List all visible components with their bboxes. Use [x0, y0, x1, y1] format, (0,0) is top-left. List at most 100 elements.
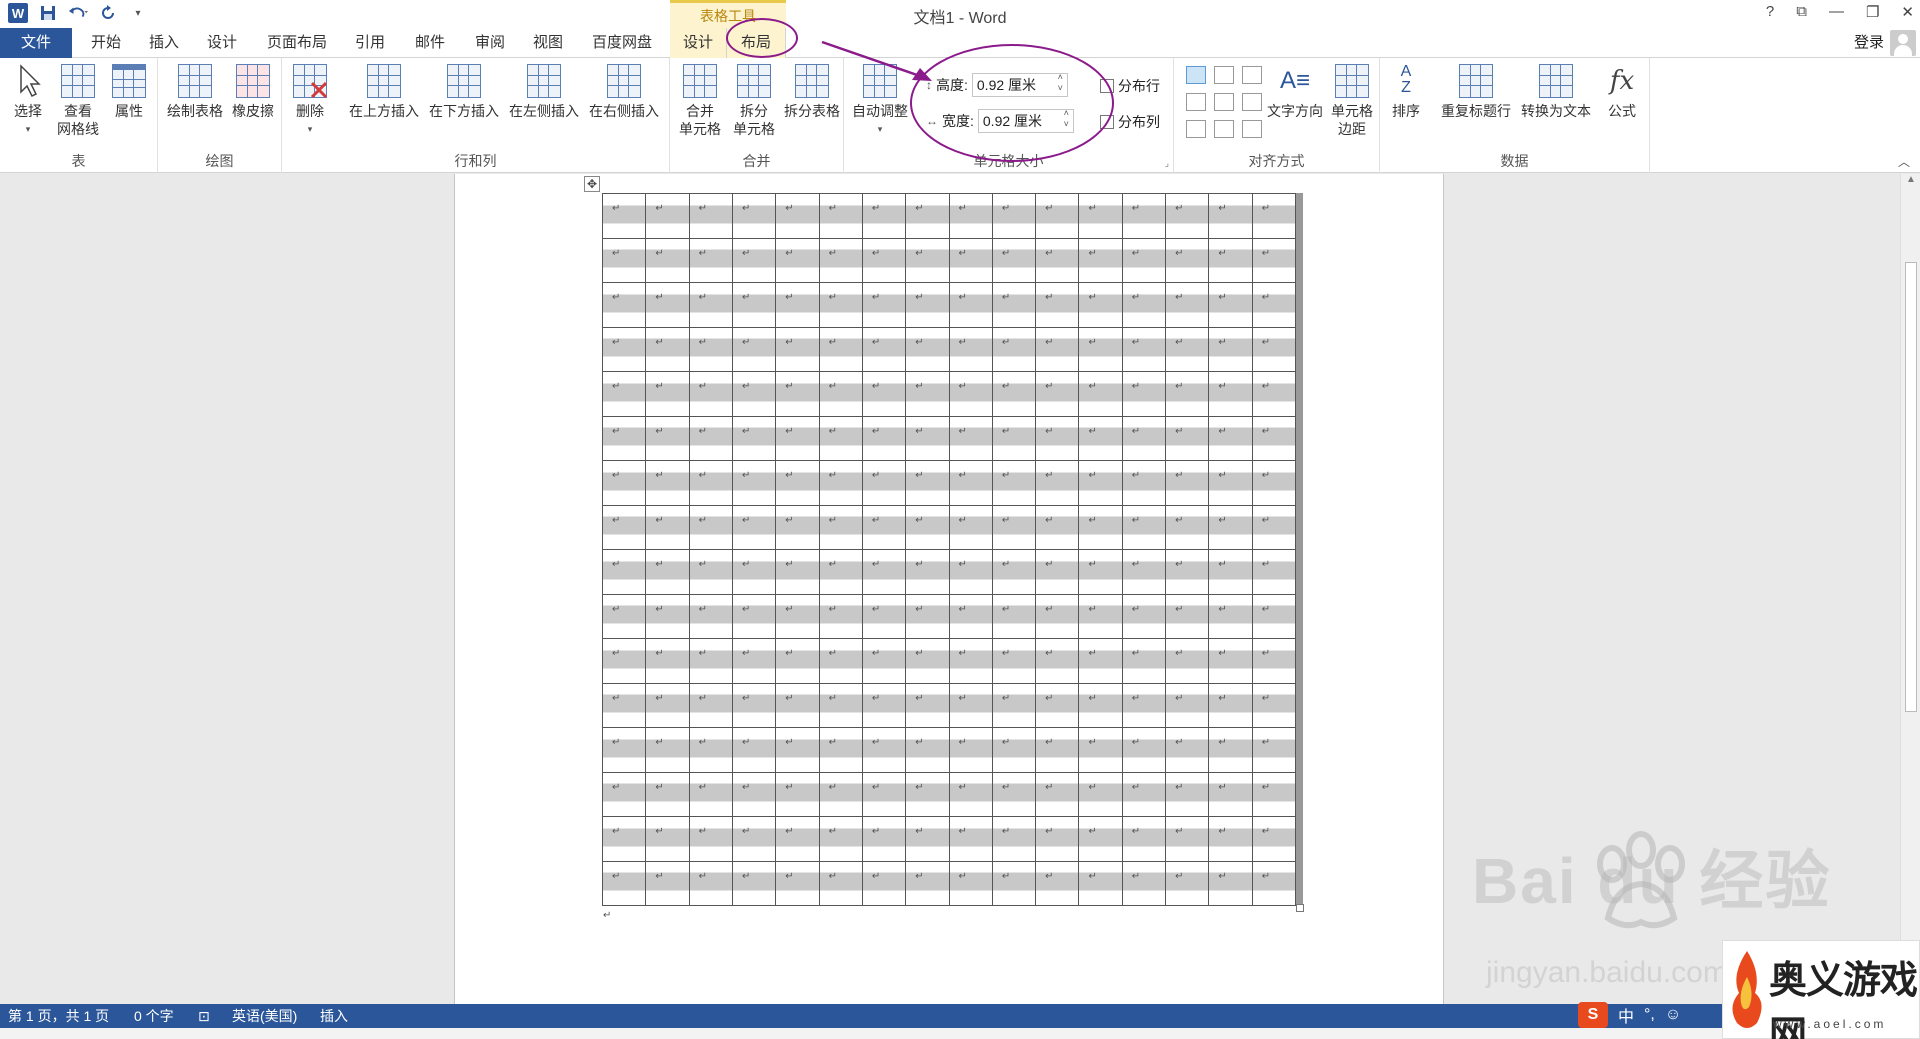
- table-cell[interactable]: [1035, 504, 1080, 550]
- table-cell[interactable]: [1121, 237, 1167, 283]
- table-cell[interactable]: [731, 593, 777, 639]
- table-cell[interactable]: [1208, 549, 1253, 595]
- table-cell[interactable]: [948, 415, 993, 461]
- table-cell[interactable]: [645, 860, 690, 906]
- table-cell[interactable]: [688, 504, 733, 550]
- table-cell[interactable]: [1165, 593, 1210, 639]
- table-cell[interactable]: [991, 860, 1037, 906]
- table-cell[interactable]: [991, 682, 1037, 728]
- table-cell[interactable]: [645, 549, 690, 595]
- table-cell[interactable]: [1165, 193, 1210, 239]
- table-cell[interactable]: [1078, 193, 1123, 239]
- table-cell[interactable]: [905, 460, 950, 506]
- avatar[interactable]: [1890, 30, 1916, 56]
- table-cell[interactable]: [948, 638, 993, 684]
- table-cell[interactable]: [1208, 816, 1253, 862]
- table-cell[interactable]: [948, 237, 993, 283]
- insert-left-button[interactable]: 在左侧插入: [506, 64, 582, 120]
- table-cell[interactable]: [861, 860, 907, 906]
- table-cell[interactable]: [1035, 549, 1080, 595]
- table-cell[interactable]: [1251, 504, 1297, 550]
- align-top-left-icon[interactable]: [1186, 66, 1206, 84]
- align-top-right-icon[interactable]: [1242, 66, 1262, 84]
- table-cell[interactable]: [1078, 816, 1123, 862]
- table-cell[interactable]: [991, 771, 1037, 817]
- table-cell[interactable]: [1078, 860, 1123, 906]
- table-cell[interactable]: [1208, 727, 1253, 773]
- table-cell[interactable]: [1251, 860, 1297, 906]
- table-cell[interactable]: [1165, 371, 1210, 417]
- table-cell[interactable]: [905, 193, 950, 239]
- table-cell[interactable]: [645, 593, 690, 639]
- table-cell[interactable]: [731, 816, 777, 862]
- table-cell[interactable]: [1251, 415, 1297, 461]
- table-cell[interactable]: [948, 326, 993, 372]
- table-cell[interactable]: [948, 816, 993, 862]
- table-cell[interactable]: [905, 282, 950, 328]
- table-cell[interactable]: [948, 193, 993, 239]
- table-cell[interactable]: [1121, 415, 1167, 461]
- table-cell[interactable]: [1121, 371, 1167, 417]
- table-cell[interactable]: [818, 282, 863, 328]
- table-cell[interactable]: [991, 237, 1037, 283]
- proofing-icon[interactable]: ⊡: [198, 1004, 210, 1028]
- table-cell[interactable]: [1035, 860, 1080, 906]
- table-cell[interactable]: [1208, 193, 1253, 239]
- table-cell[interactable]: [1035, 682, 1080, 728]
- table-cell[interactable]: [1165, 460, 1210, 506]
- tab-insert[interactable]: 插入: [140, 28, 188, 58]
- align-bottom-right-icon[interactable]: [1242, 120, 1262, 138]
- table-cell[interactable]: [775, 549, 820, 595]
- table-cell[interactable]: [905, 237, 950, 283]
- view-gridlines-button[interactable]: 查看 网格线: [54, 64, 102, 138]
- table-cell[interactable]: [861, 771, 907, 817]
- table-cell[interactable]: [1078, 282, 1123, 328]
- table-cell[interactable]: [818, 638, 863, 684]
- table-cell[interactable]: [861, 638, 907, 684]
- table-cell[interactable]: [688, 237, 733, 283]
- table-cell[interactable]: [731, 549, 777, 595]
- table-cell[interactable]: [1078, 371, 1123, 417]
- tab-file[interactable]: 文件: [0, 28, 72, 58]
- table-cell[interactable]: [861, 282, 907, 328]
- table-cell[interactable]: [861, 682, 907, 728]
- table-cell[interactable]: [991, 638, 1037, 684]
- table-cell[interactable]: [861, 593, 907, 639]
- table-cell[interactable]: [991, 593, 1037, 639]
- table-cell[interactable]: [948, 771, 993, 817]
- tab-view[interactable]: 视图: [524, 28, 572, 58]
- table-cell[interactable]: [948, 549, 993, 595]
- table-cell[interactable]: [818, 326, 863, 372]
- table-cell[interactable]: [731, 282, 777, 328]
- table-cell[interactable]: [731, 860, 777, 906]
- table-cell[interactable]: [601, 282, 647, 328]
- table-cell[interactable]: [688, 727, 733, 773]
- table-cell[interactable]: [1035, 326, 1080, 372]
- table-cell[interactable]: [1078, 415, 1123, 461]
- table-cell[interactable]: [948, 504, 993, 550]
- table-cell[interactable]: [1208, 860, 1253, 906]
- table-cell[interactable]: [1121, 326, 1167, 372]
- tab-design[interactable]: 设计: [198, 28, 246, 58]
- table-cell[interactable]: [1078, 771, 1123, 817]
- dialog-launcher-icon[interactable]: ⌟: [1165, 158, 1169, 169]
- table-cell[interactable]: [601, 727, 647, 773]
- table-cell[interactable]: [1121, 682, 1167, 728]
- table-cell[interactable]: [601, 193, 647, 239]
- table-cell[interactable]: [1251, 638, 1297, 684]
- split-cells-button[interactable]: 拆分 单元格: [728, 64, 780, 138]
- table-cell[interactable]: [1251, 237, 1297, 283]
- tab-review[interactable]: 审阅: [466, 28, 514, 58]
- table-cell[interactable]: [1165, 682, 1210, 728]
- table-cell[interactable]: [818, 237, 863, 283]
- table-cell[interactable]: [948, 593, 993, 639]
- table-cell[interactable]: [1078, 727, 1123, 773]
- table-cell[interactable]: [731, 326, 777, 372]
- table-cell[interactable]: [1208, 460, 1253, 506]
- repeat-header-button[interactable]: 重复标题行: [1436, 64, 1516, 120]
- table-cell[interactable]: [731, 237, 777, 283]
- table-cell[interactable]: [1035, 193, 1080, 239]
- table-cell[interactable]: [1251, 682, 1297, 728]
- ime-punctuation[interactable]: °,: [1644, 1006, 1655, 1024]
- table-cell[interactable]: [645, 504, 690, 550]
